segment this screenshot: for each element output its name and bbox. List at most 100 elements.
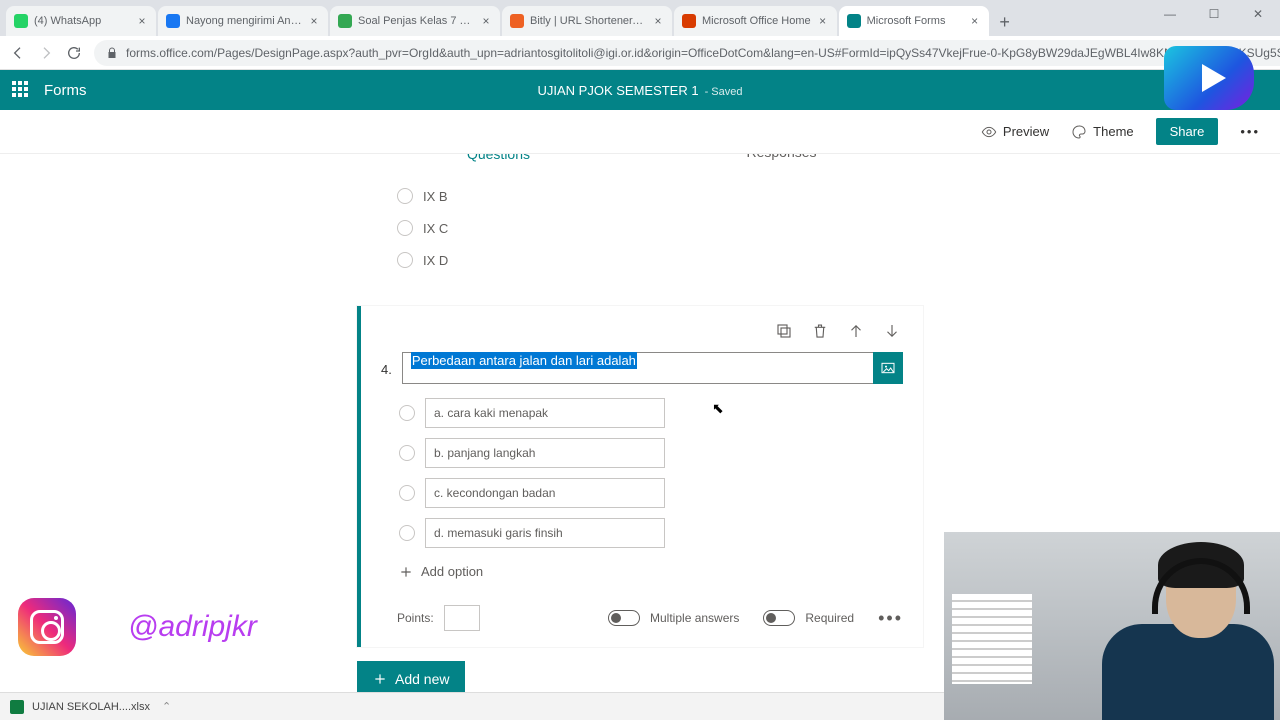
channel-logo-overlay (1164, 46, 1254, 110)
webcam-overlay (944, 532, 1280, 720)
option-row[interactable]: IX C (397, 212, 899, 244)
forms-app-label[interactable]: Forms (44, 82, 87, 99)
option-input[interactable] (425, 478, 665, 508)
radio-icon (399, 445, 415, 461)
palette-icon (1071, 124, 1087, 140)
required-label: Required (805, 611, 854, 625)
close-icon[interactable]: × (308, 15, 320, 27)
option-row[interactable]: IX B (397, 180, 899, 212)
tab-responses[interactable]: Responses (640, 154, 923, 174)
new-tab-button[interactable]: + (991, 8, 1019, 36)
browser-tab[interactable]: Soal Penjas Kelas 7 Tahun Ajaran × (330, 6, 500, 36)
option-row (399, 478, 903, 508)
preview-button[interactable]: Preview (981, 124, 1049, 140)
window-maximize[interactable]: ☐ (1192, 0, 1236, 28)
facebook-icon (166, 14, 180, 28)
saved-indicator: - Saved (705, 86, 743, 98)
option-label: IX C (423, 221, 448, 236)
required-toggle[interactable] (763, 610, 795, 626)
tab-label: Bitly | URL Shortener, Custom Li (530, 15, 646, 27)
instagram-handle: @adripjkr (128, 610, 257, 644)
option-label: IX B (423, 189, 448, 204)
url-field[interactable]: forms.office.com/Pages/DesignPage.aspx?a… (94, 40, 1280, 66)
radio-icon (397, 188, 413, 204)
taskbar-file[interactable]: UJIAN SEKOLAH....xlsx (32, 701, 150, 713)
command-bar: Preview Theme Share ••• (0, 110, 1280, 154)
form-title[interactable]: UJIAN PJOK SEMESTER 1- Saved (537, 83, 742, 98)
browser-tab[interactable]: Microsoft Office Home × (674, 6, 837, 36)
close-icon[interactable]: × (969, 15, 981, 27)
plus-icon (399, 565, 413, 579)
radio-icon (397, 220, 413, 236)
browser-tab[interactable]: Bitly | URL Shortener, Custom Li × (502, 6, 672, 36)
forms-header: Forms UJIAN PJOK SEMESTER 1- Saved (0, 70, 1280, 110)
window-close[interactable]: ✕ (1236, 0, 1280, 28)
option-row (399, 438, 903, 468)
bitly-icon (510, 14, 524, 28)
app-launcher-icon[interactable] (12, 81, 30, 99)
site-icon (338, 14, 352, 28)
radio-icon (399, 525, 415, 541)
reload-icon[interactable] (66, 44, 82, 62)
forms-icon (847, 14, 861, 28)
option-row (399, 398, 903, 428)
window-minimize[interactable]: — (1148, 0, 1192, 28)
more-button[interactable]: ••• (1240, 124, 1260, 139)
multiple-answers-label: Multiple answers (650, 611, 739, 625)
option-input[interactable] (425, 398, 665, 428)
move-down-button[interactable] (883, 322, 901, 340)
question-more-button[interactable]: ••• (878, 608, 903, 629)
insert-media-button[interactable] (873, 352, 903, 384)
tab-label: Nayong mengirimi Anda pesan (186, 15, 302, 27)
tab-label: Microsoft Forms (867, 15, 963, 27)
browser-tab[interactable]: Nayong mengirimi Anda pesan × (158, 6, 328, 36)
tab-questions[interactable]: Questions (357, 154, 640, 174)
previous-question-tail[interactable]: IX B IX C IX D (357, 174, 923, 294)
close-icon[interactable]: × (480, 15, 492, 27)
tab-label: Soal Penjas Kelas 7 Tahun Ajaran (358, 15, 474, 27)
back-icon[interactable] (10, 44, 26, 62)
option-label: IX D (423, 253, 448, 268)
chevron-up-icon[interactable]: ⌃ (162, 700, 171, 713)
theme-button[interactable]: Theme (1071, 124, 1133, 140)
option-row[interactable]: IX D (397, 244, 899, 276)
eye-icon (981, 124, 997, 140)
add-option-button[interactable]: Add option (381, 558, 903, 579)
browser-tab-strip: (4) WhatsApp × Nayong mengirimi Anda pes… (0, 0, 1280, 36)
radio-icon (397, 252, 413, 268)
office-icon (682, 14, 696, 28)
question-text-input[interactable]: Perbedaan antara jalan dan lari adalah (402, 352, 874, 384)
multiple-answers-toggle[interactable] (608, 610, 640, 626)
radio-icon (399, 405, 415, 421)
copy-question-button[interactable] (775, 322, 793, 340)
question-number: 4. (381, 352, 392, 377)
tab-label: Microsoft Office Home (702, 15, 811, 27)
plus-icon (373, 672, 387, 686)
form-tabs: Questions Responses (357, 154, 923, 174)
tab-label: (4) WhatsApp (34, 15, 130, 27)
lock-icon (106, 47, 118, 59)
image-icon (880, 360, 896, 376)
add-new-question-button[interactable]: Add new (357, 661, 465, 692)
points-label: Points: (397, 611, 434, 625)
option-input[interactable] (425, 438, 665, 468)
whatsapp-icon (14, 14, 28, 28)
share-button[interactable]: Share (1156, 118, 1219, 145)
browser-tab[interactable]: (4) WhatsApp × (6, 6, 156, 36)
points-input[interactable] (444, 605, 480, 631)
active-question-card: 4. Perbedaan antara jalan dan lari adala… (357, 306, 923, 647)
close-icon[interactable]: × (652, 15, 664, 27)
excel-icon (10, 700, 24, 714)
instagram-icon (18, 598, 76, 656)
option-input[interactable] (425, 518, 665, 548)
forward-icon[interactable] (38, 44, 54, 62)
url-text: forms.office.com/Pages/DesignPage.aspx?a… (126, 46, 1280, 60)
close-icon[interactable]: × (136, 15, 148, 27)
address-bar: forms.office.com/Pages/DesignPage.aspx?a… (0, 36, 1280, 70)
move-up-button[interactable] (847, 322, 865, 340)
delete-question-button[interactable] (811, 322, 829, 340)
browser-tab-active[interactable]: Microsoft Forms × (839, 6, 989, 36)
option-row (399, 518, 903, 548)
close-icon[interactable]: × (817, 15, 829, 27)
radio-icon (399, 485, 415, 501)
